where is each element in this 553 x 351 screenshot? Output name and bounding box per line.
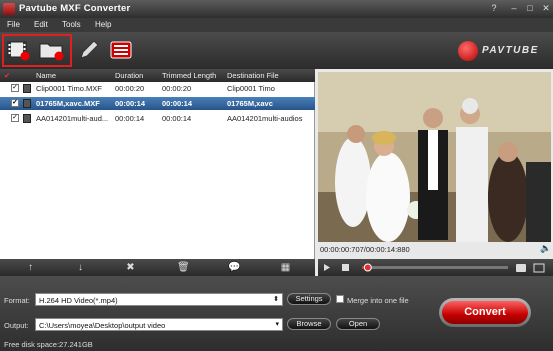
player-controls bbox=[318, 259, 553, 276]
minimize-button[interactable]: – bbox=[508, 2, 520, 14]
maximize-button[interactable]: □ bbox=[524, 2, 536, 14]
help-button[interactable]: ? bbox=[488, 2, 500, 14]
properties-icon[interactable]: ▦ bbox=[280, 262, 291, 273]
remove-icon[interactable]: ✖ bbox=[125, 262, 136, 273]
folder-open-icon bbox=[533, 263, 545, 273]
add-folder-button[interactable] bbox=[38, 38, 64, 62]
file-name: 01765M,xavc.MXF bbox=[36, 99, 100, 108]
player-controls-graphic bbox=[324, 263, 545, 273]
header-duration[interactable]: Duration bbox=[115, 71, 143, 80]
file-duration: 00:00:14 bbox=[115, 114, 145, 123]
file-name: Clip0001 Timo.MXF bbox=[36, 84, 102, 93]
settings-button[interactable]: Settings bbox=[287, 293, 331, 305]
row-checkbox[interactable]: ✓ bbox=[11, 99, 19, 107]
merge-checkbox[interactable] bbox=[336, 295, 344, 303]
move-up-icon[interactable]: ↑ bbox=[25, 262, 36, 273]
header-trimmed[interactable]: Trimmed Length bbox=[162, 71, 216, 80]
logo-text: PAVTUBE bbox=[482, 45, 539, 56]
file-list-header: ✔ Name Duration Trimmed Length Destinati… bbox=[0, 69, 315, 82]
playback-time-bar: 00:00:00:707/00:00:14:880 🔈 bbox=[318, 242, 551, 256]
edit-button[interactable] bbox=[76, 38, 102, 62]
menu-tools[interactable]: Tools bbox=[62, 20, 81, 29]
preview-frame-image bbox=[318, 72, 551, 242]
file-duration: 00:00:14 bbox=[115, 99, 146, 108]
check-all-icon[interactable]: ✔ bbox=[4, 71, 10, 80]
convert-label: Convert bbox=[442, 301, 528, 324]
dropdown-arrow-icon[interactable]: ▾ bbox=[275, 320, 279, 328]
file-destination: 01765M,xavc bbox=[227, 99, 273, 108]
convert-button[interactable]: Convert bbox=[439, 298, 531, 327]
pencil-icon bbox=[80, 40, 99, 59]
menu-bar: File Edit Tools Help bbox=[0, 18, 553, 32]
file-icon bbox=[23, 99, 31, 108]
file-name: AA014201multi-aud... bbox=[36, 114, 109, 123]
subtitle-icon[interactable]: 💬 bbox=[228, 262, 240, 273]
menu-edit[interactable]: Edit bbox=[34, 20, 48, 29]
file-trimmed: 00:00:14 bbox=[162, 99, 193, 108]
playback-time: 00:00:00:707/00:00:14:880 bbox=[320, 245, 410, 254]
file-destination: Clip0001 Timo bbox=[227, 84, 275, 93]
video-preview bbox=[318, 72, 551, 242]
file-list-panel: ✔ Name Duration Trimmed Length Destinati… bbox=[0, 69, 315, 259]
window-title: Pavtube MXF Converter bbox=[19, 3, 131, 14]
stop-icon bbox=[342, 264, 349, 271]
merge-label: Merge into one file bbox=[347, 296, 409, 305]
file-icon bbox=[23, 84, 31, 93]
folder-add-icon bbox=[39, 43, 64, 61]
volume-icon[interactable]: 🔈 bbox=[540, 243, 551, 254]
title-bar: Pavtube MXF Converter ? – □ ✕ bbox=[0, 0, 553, 18]
format-select[interactable]: H.264 HD Video(*.mp4) ⬍ bbox=[35, 293, 283, 306]
close-button[interactable]: ✕ bbox=[540, 2, 552, 14]
app-icon bbox=[3, 3, 15, 15]
film-add-icon bbox=[7, 41, 30, 61]
browse-button[interactable]: Browse bbox=[287, 318, 331, 330]
list-icon bbox=[110, 41, 132, 59]
add-video-button[interactable] bbox=[6, 38, 32, 62]
pavtube-logo: PAVTUBE bbox=[458, 40, 550, 62]
header-destination[interactable]: Destination File bbox=[227, 71, 279, 80]
seek-handle bbox=[363, 263, 372, 272]
logo-mark bbox=[458, 41, 478, 61]
file-row[interactable]: ✓ AA014201multi-aud... 00:00:14 00:00:14… bbox=[0, 112, 315, 125]
file-trimmed: 00:00:20 bbox=[162, 84, 192, 93]
row-checkbox[interactable]: ✓ bbox=[11, 114, 19, 122]
menu-file[interactable]: File bbox=[7, 20, 20, 29]
snapshot-icon bbox=[516, 264, 526, 272]
play-icon bbox=[324, 264, 330, 271]
output-path-field[interactable]: C:\Users\moyea\Desktop\output video ▾ bbox=[35, 318, 283, 331]
row-checkbox[interactable]: ✓ bbox=[11, 84, 19, 92]
file-trimmed: 00:00:14 bbox=[162, 114, 192, 123]
move-down-icon[interactable]: ↓ bbox=[75, 262, 86, 273]
file-icon bbox=[23, 114, 31, 123]
file-row-selected[interactable]: ✓ 01765M,xavc.MXF 00:00:14 00:00:14 0176… bbox=[0, 97, 315, 110]
dropdown-arrow-icon[interactable]: ⬍ bbox=[273, 295, 279, 303]
header-name[interactable]: Name bbox=[36, 71, 56, 80]
file-row[interactable]: ✓ Clip0001 Timo.MXF 00:00:20 00:00:20 Cl… bbox=[0, 82, 315, 95]
open-button[interactable]: Open bbox=[336, 318, 380, 330]
output-path-value: C:\Users\moyea\Desktop\output video bbox=[39, 321, 166, 330]
free-disk-space: Free disk space:27.241GB bbox=[4, 340, 93, 349]
merge-list-button[interactable] bbox=[108, 38, 134, 62]
file-destination: AA014201multi-audios bbox=[227, 114, 303, 123]
list-controls: ↑ ↓ ✖ 🗑 💬 ▦ bbox=[0, 259, 315, 276]
output-label: Output: bbox=[4, 321, 29, 330]
format-label: Format: bbox=[4, 296, 30, 305]
menu-help[interactable]: Help bbox=[95, 20, 111, 29]
format-value: H.264 HD Video(*.mp4) bbox=[39, 296, 118, 305]
file-duration: 00:00:20 bbox=[115, 84, 145, 93]
seek-track bbox=[362, 266, 508, 269]
trash-icon[interactable]: 🗑 bbox=[177, 262, 190, 273]
